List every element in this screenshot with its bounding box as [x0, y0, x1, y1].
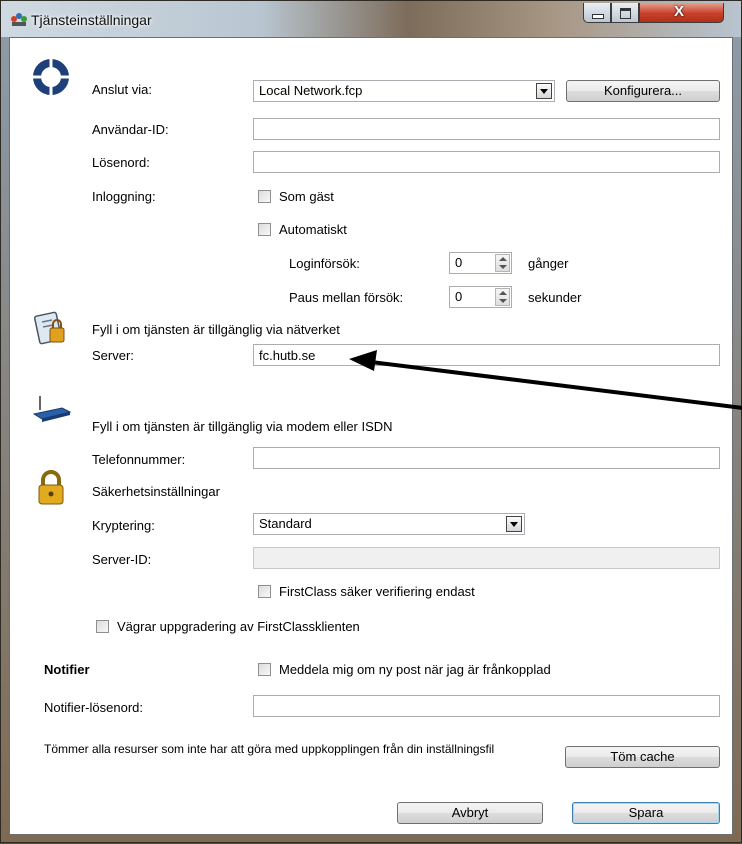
password-label: Lösenord:	[92, 155, 150, 170]
encryption-value: Standard	[259, 516, 312, 531]
maximize-button[interactable]	[611, 3, 639, 23]
connect-via-select[interactable]: Local Network.fcp	[253, 80, 555, 102]
pause-stepper[interactable]: 0	[449, 286, 512, 308]
padlock-icon	[38, 470, 64, 505]
phone-label: Telefonnummer:	[92, 452, 186, 467]
modem-icon	[32, 396, 72, 422]
network-services-icon	[11, 13, 27, 26]
pause-label: Paus mellan försök:	[289, 290, 404, 305]
server-id-input[interactable]	[253, 547, 720, 569]
guest-label: Som gäst	[279, 189, 334, 204]
maximize-icon	[620, 8, 631, 19]
user-id-input[interactable]	[253, 118, 720, 140]
pause-unit: sekunder	[528, 290, 582, 305]
network-heading: Fyll i om tjänsten är tillgänglig via nä…	[92, 322, 340, 337]
login-attempts-label: Loginförsök:	[289, 256, 360, 271]
configure-button[interactable]: Konfigurera...	[566, 80, 720, 102]
chevron-down-icon[interactable]	[536, 83, 552, 99]
server-label: Server:	[92, 348, 134, 363]
pause-value: 0	[455, 289, 463, 304]
login-attempts-stepper[interactable]: 0	[449, 252, 512, 274]
password-input[interactable]	[253, 151, 720, 173]
connect-via-label: Anslut via:	[92, 82, 152, 97]
close-button[interactable]: X	[639, 3, 724, 23]
settings-window: Tjänsteinställningar X Anslut via: Local…	[0, 0, 742, 843]
secure-verification-checkbox[interactable]	[258, 585, 271, 598]
guest-checkbox[interactable]	[258, 190, 271, 203]
notifier-password-input[interactable]	[253, 695, 720, 717]
modem-heading: Fyll i om tjänsten är tillgänglig via mo…	[92, 419, 393, 434]
stepper-arrows-icon[interactable]	[495, 254, 510, 272]
chevron-down-icon[interactable]	[506, 516, 522, 532]
login-label: Inloggning:	[92, 189, 156, 204]
server-id-label: Server-ID:	[92, 552, 152, 567]
notifier-heading: Notifier	[44, 662, 90, 677]
auto-login-label: Automatiskt	[279, 222, 347, 237]
security-heading: Säkerhetsinställningar	[92, 484, 220, 499]
network-card-icon	[34, 311, 65, 345]
encryption-label: Kryptering:	[92, 518, 155, 533]
dialog-body: Anslut via: Local Network.fcp Konfigurer…	[9, 37, 733, 835]
notify-offline-label: Meddela mig om ny post när jag är frånko…	[279, 662, 551, 677]
refuse-upgrade-label: Vägrar uppgradering av FirstClasskliente…	[117, 619, 360, 634]
cancel-button[interactable]: Avbryt	[397, 802, 543, 824]
title-bar[interactable]: Tjänsteinställningar X	[1, 1, 741, 37]
refuse-upgrade-checkbox[interactable]	[96, 620, 109, 633]
clear-cache-description: Tömmer alla resurser som inte har att gö…	[44, 742, 495, 756]
login-attempts-unit: gånger	[528, 256, 569, 271]
phone-input[interactable]	[253, 447, 720, 469]
connection-ring-icon	[33, 59, 69, 95]
stepper-arrows-icon[interactable]	[495, 288, 510, 306]
minimize-icon	[592, 14, 604, 19]
clear-cache-button[interactable]: Töm cache	[565, 746, 720, 768]
auto-login-checkbox[interactable]	[258, 223, 271, 236]
login-attempts-value: 0	[455, 255, 463, 270]
connect-via-value: Local Network.fcp	[259, 83, 363, 98]
window-title: Tjänsteinställningar	[31, 12, 152, 28]
save-button[interactable]: Spara	[572, 802, 720, 824]
notify-offline-checkbox[interactable]	[258, 663, 271, 676]
notifier-password-label: Notifier-lösenord:	[44, 700, 143, 715]
secure-verification-label: FirstClass säker verifiering endast	[279, 584, 475, 599]
server-input[interactable]	[253, 344, 720, 366]
close-icon: X	[674, 3, 685, 20]
user-id-label: Användar-ID:	[92, 122, 169, 137]
encryption-select[interactable]: Standard	[253, 513, 525, 535]
minimize-button[interactable]	[583, 3, 611, 23]
